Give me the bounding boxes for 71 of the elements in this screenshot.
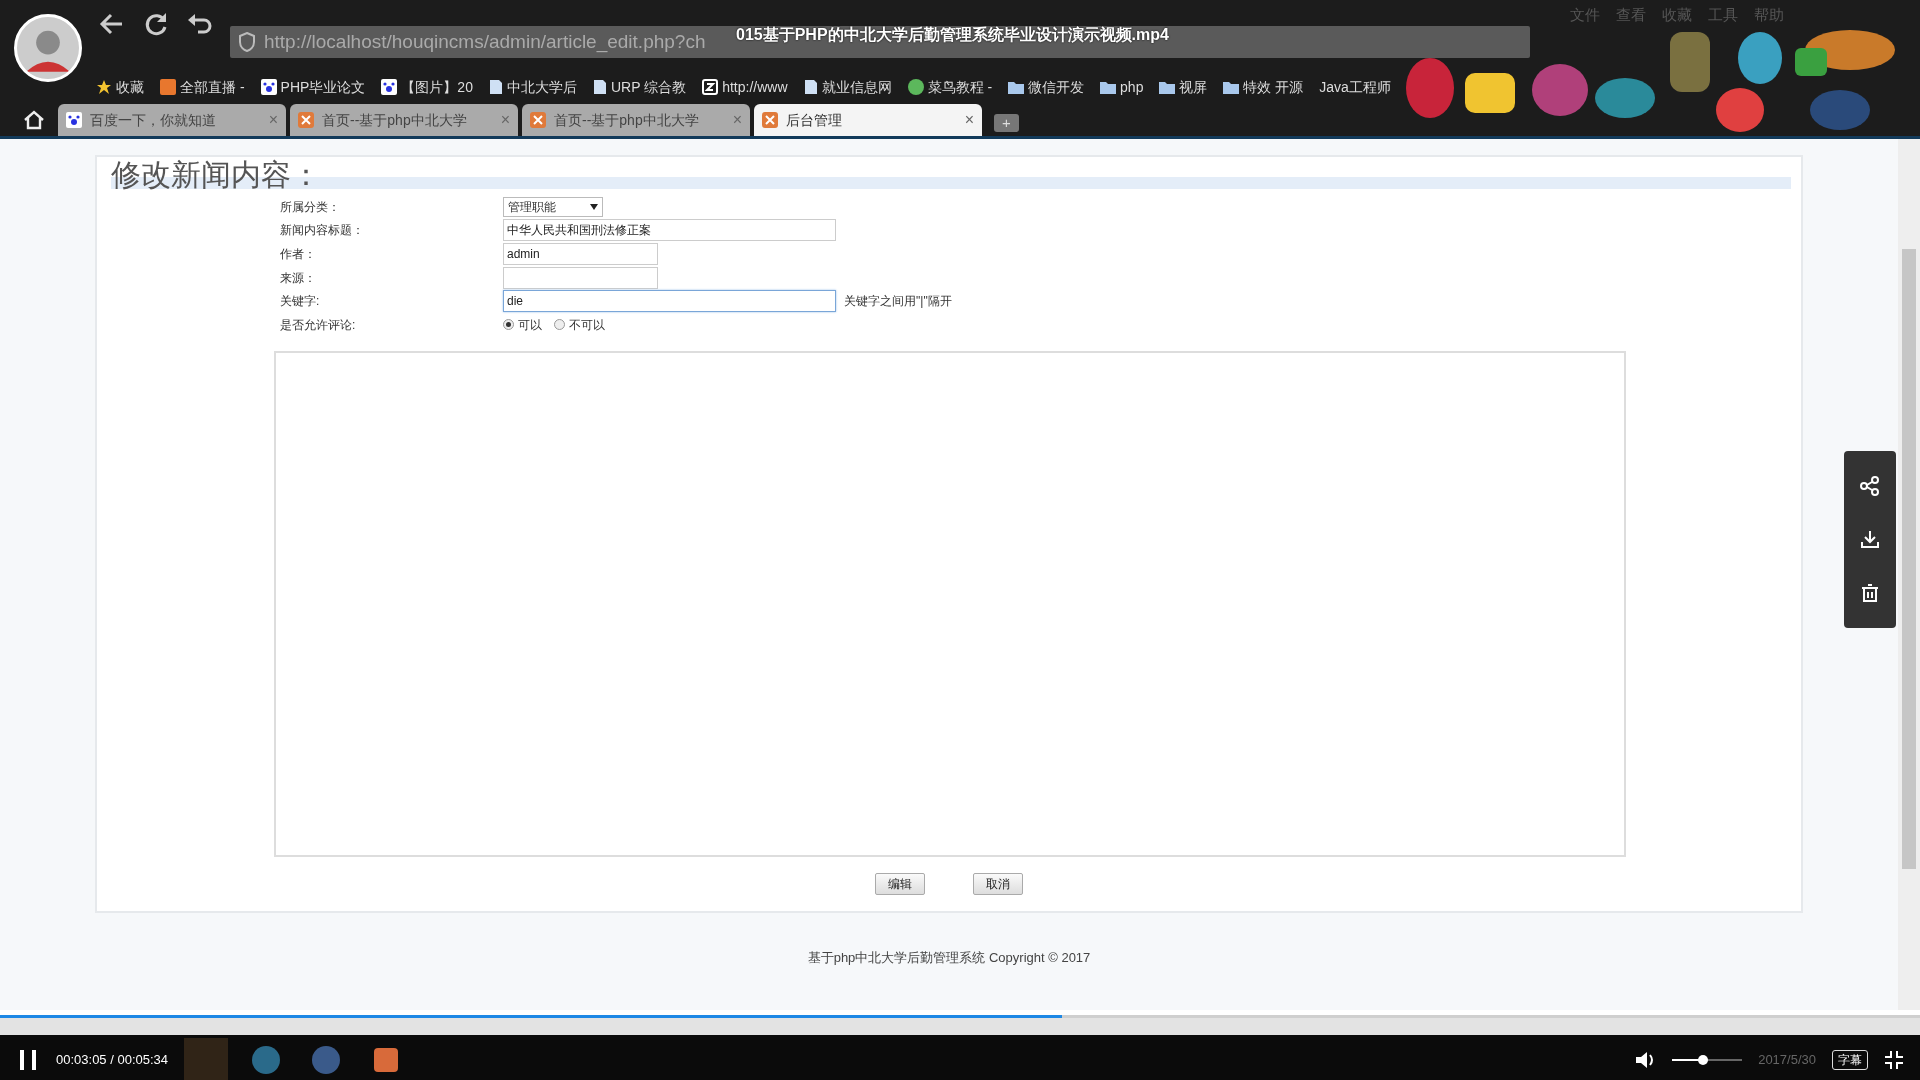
form-button[interactable]: 取消: [973, 872, 1023, 895]
browser-tab[interactable]: 首页--基于php中北大学 ×: [290, 104, 518, 136]
site-icon: [530, 112, 546, 128]
input-field[interactable]: die: [503, 290, 836, 313]
folder-icon: [1100, 80, 1117, 94]
subtitle-button[interactable]: 字幕: [1832, 1050, 1868, 1070]
form-button[interactable]: 编辑: [875, 872, 925, 895]
bookmark-link[interactable]: 中北大学后: [506, 76, 577, 98]
star-icon: [96, 79, 112, 95]
input-field[interactable]: 中华人民共和国刑法修正案: [503, 219, 836, 242]
field-label: 新闻内容标题：: [280, 223, 364, 238]
taskbar-date: 2017/5/30: [1758, 1051, 1816, 1070]
url-text: http://localhost/houqincms/admin/article_edit.php?ch: [264, 29, 706, 55]
field-label: 来源：: [280, 270, 316, 285]
radio-option[interactable]: 可以: [503, 315, 542, 334]
delete-icon[interactable]: [1860, 583, 1880, 604]
exit-fullscreen-icon[interactable]: [1884, 1050, 1904, 1070]
video-title: 015基于PHP的中北大学后勤管理系统毕业设计演示视频.mp4: [736, 25, 1169, 45]
category-select[interactable]: 管理职能: [503, 196, 603, 217]
folder-icon: [1008, 80, 1025, 94]
download-icon[interactable]: [1860, 529, 1880, 550]
folder-icon: [1159, 80, 1176, 94]
scrollbar[interactable]: [1898, 139, 1920, 1010]
radio-option[interactable]: 不可以: [554, 315, 605, 334]
browser-tab[interactable]: 百度一下，你就知道 ×: [58, 104, 286, 136]
bookmark-link[interactable]: 就业信息网: [821, 76, 892, 98]
bookmark-link[interactable]: Java工程师: [1319, 76, 1391, 98]
tab-title: 后台管理: [786, 110, 843, 130]
share-icon[interactable]: [1860, 475, 1880, 496]
field-label: 所属分类：: [280, 199, 340, 214]
input-field[interactable]: [503, 266, 658, 289]
bookmark-link[interactable]: 视屏: [1179, 76, 1208, 98]
bookmark-link[interactable]: 全部直播 -: [180, 76, 245, 98]
bookmark-link[interactable]: 菜鸟教程 -: [927, 76, 993, 98]
shield-icon: [238, 32, 256, 52]
playback-time: 00:03:05 / 00:05:34: [56, 1051, 169, 1070]
paw-icon: [260, 79, 277, 95]
page-heading: 修改新闻内容：: [111, 157, 1791, 193]
home-icon[interactable]: [22, 108, 46, 132]
copyright-text: 基于php中北大学后勤管理系统 Copyright © 2017: [807, 950, 1091, 965]
browser-tab[interactable]: 首页--基于php中北大学 ×: [522, 104, 750, 136]
bookmark-link[interactable]: http://www: [722, 76, 788, 98]
site-icon: [762, 112, 778, 128]
tab-title: 百度一下，你就知道: [90, 110, 217, 130]
close-icon[interactable]: ×: [964, 108, 974, 132]
bookmark-link[interactable]: php: [1120, 76, 1144, 98]
caret-icon: [590, 203, 598, 210]
bookmark-link[interactable]: URP 综合教: [610, 76, 687, 98]
bookmark-link[interactable]: 特效 开源: [1243, 76, 1304, 98]
field-label: 是否允许评论:: [280, 317, 356, 332]
tab-title: 首页--基于php中北大学: [322, 110, 468, 130]
browser-tab[interactable]: 后台管理 ×: [754, 104, 982, 136]
page-icon: [488, 79, 503, 95]
page-icon: [592, 79, 607, 95]
bookmark-link[interactable]: 微信开发: [1028, 76, 1085, 98]
bookmark-link[interactable]: 收藏: [116, 76, 144, 98]
folder-icon: [1223, 80, 1240, 94]
site-icon: [298, 112, 314, 128]
bookmark-link[interactable]: 【图片】20: [401, 76, 473, 98]
field-label: 作者：: [280, 247, 316, 261]
tab-title: 首页--基于php中北大学: [554, 110, 700, 130]
video-progress-bar[interactable]: [0, 1015, 1920, 1035]
bookmark-link[interactable]: PHP毕业论文: [280, 76, 366, 98]
input-field[interactable]: admin: [503, 243, 658, 265]
paw-icon: [66, 112, 82, 128]
hint-text: 关键字之间用"|"隔开: [844, 293, 952, 311]
field-label: 关键字:: [280, 294, 320, 309]
paw-icon: [381, 79, 398, 95]
z-icon: [702, 79, 719, 95]
app-icon: [160, 79, 176, 95]
page-icon: [803, 79, 818, 95]
